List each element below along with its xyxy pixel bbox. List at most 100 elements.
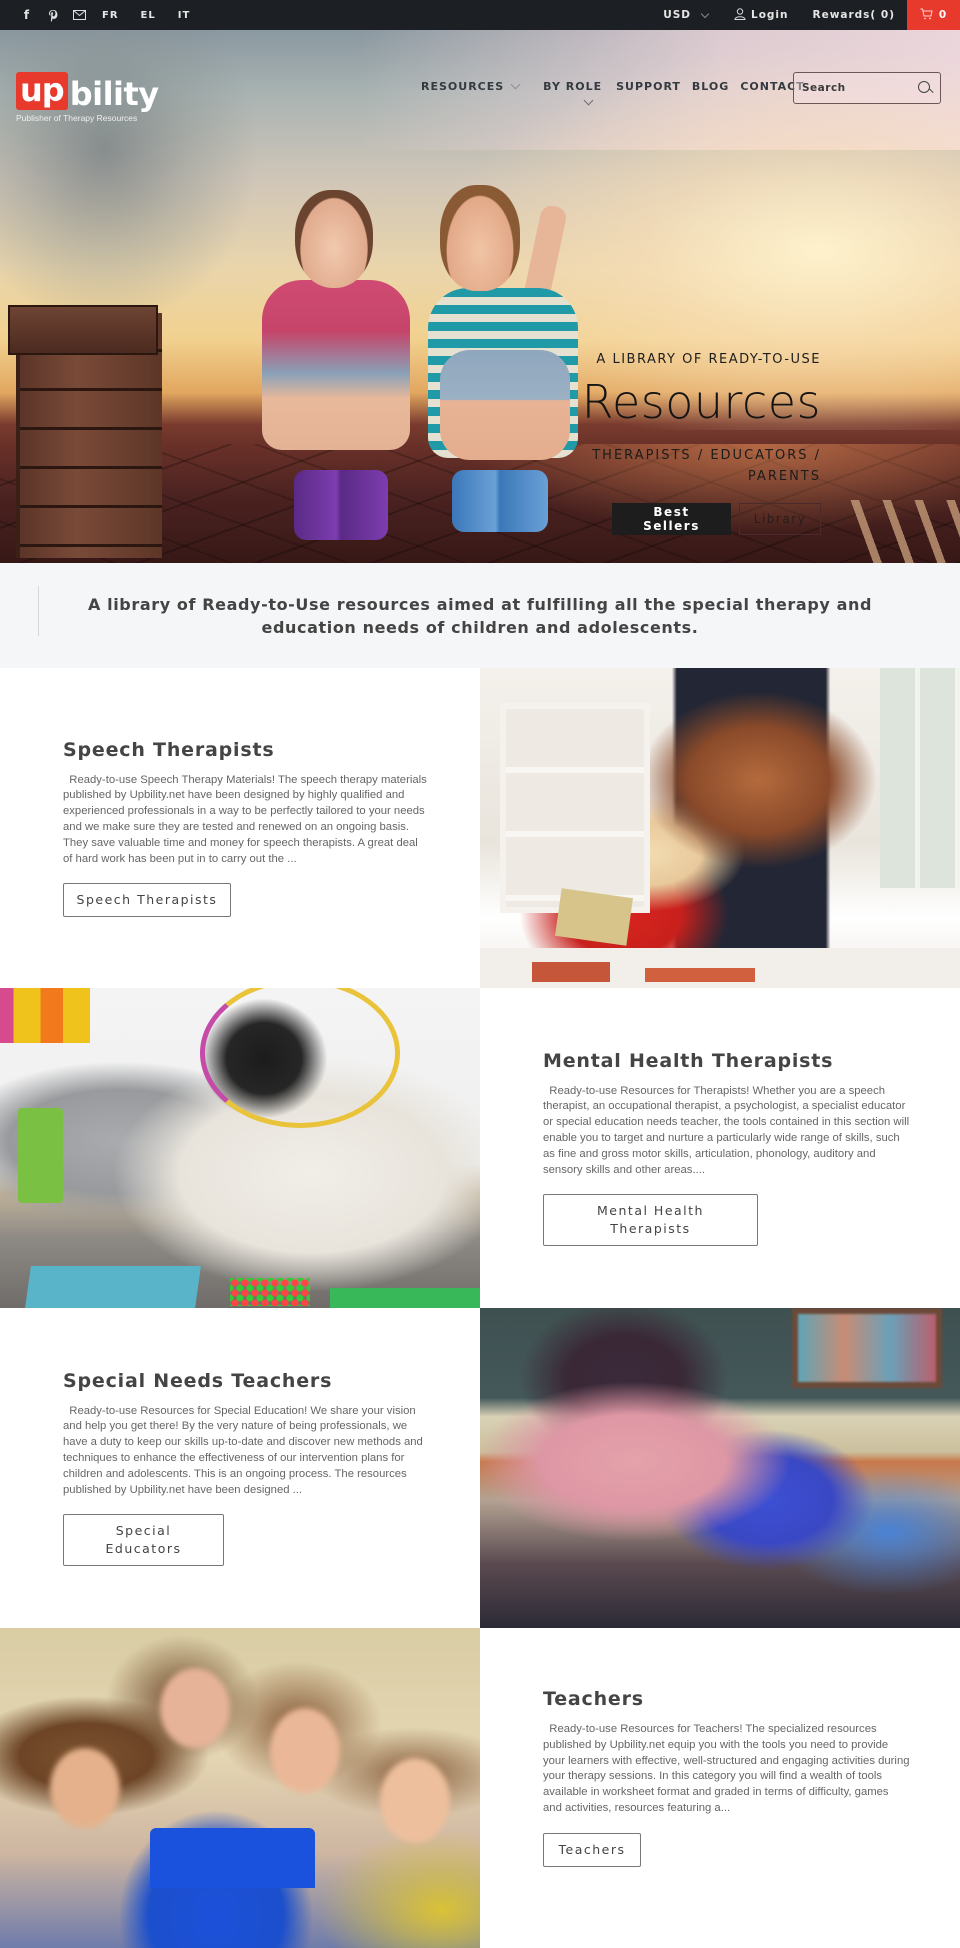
photo-paper [25, 1266, 201, 1308]
logo-wordmark: up bility [16, 72, 159, 110]
nav-resources[interactable]: RESOURCES [421, 79, 521, 93]
hero-boy-shoes [452, 470, 548, 532]
speech-therapists-button[interactable]: Speech Therapists [63, 883, 231, 918]
hero-title: Resources [581, 375, 821, 429]
library-button[interactable]: Library [739, 503, 821, 535]
currency-selector[interactable]: USD [651, 9, 720, 21]
photo-face [270, 1708, 340, 1793]
teachers-button[interactable]: Teachers [543, 1832, 641, 1867]
teacher-with-student-classroom-photo [480, 1308, 960, 1628]
nav-blog[interactable]: BLOG [692, 80, 729, 93]
rewards-label: Rewards( 0) [812, 9, 895, 21]
section-text-body: Ready-to-use Resources for Therapists! W… [543, 1084, 910, 1176]
roles-grid: Speech Therapists Ready-to-use Speech Th… [0, 668, 960, 1948]
section-mental-health-therapists: Mental Health Therapists Ready-to-use Re… [480, 988, 960, 1308]
section-title: Teachers [543, 1688, 644, 1710]
photo-bulletin-board [792, 1308, 942, 1388]
site-header: up bility Publisher of Therapy Resources… [0, 60, 960, 124]
photo-flash-card [555, 888, 633, 946]
section-title: Speech Therapists [63, 738, 275, 761]
hero-girl-figure [262, 280, 410, 450]
section-special-needs-teachers: Special Needs Teachers Ready-to-use Reso… [0, 1308, 480, 1628]
hero-chimney [8, 305, 162, 558]
hero-text: A LIBRARY OF READY-TO-USE Resources THER… [561, 352, 821, 535]
photo-chair [18, 1108, 63, 1203]
special-educators-button[interactable]: Special Educators [63, 1514, 224, 1567]
cart-button[interactable]: 0 [907, 0, 960, 30]
section-text-body: Ready-to-use Resources for Teachers! The… [543, 1723, 910, 1814]
hero-ladder [850, 500, 960, 563]
intro-text: A library of Ready-to-Use resources aime… [87, 594, 873, 637]
section-text: Ready-to-use Resources for Special Educa… [63, 1404, 430, 1499]
nav-by-role[interactable]: BY ROLE [543, 80, 603, 106]
photo-toy-blocks [0, 988, 90, 1043]
nav-by-role-label: BY ROLE [543, 80, 603, 93]
logo-tagline: Publisher of Therapy Resources [16, 113, 138, 123]
search-icon[interactable] [918, 81, 932, 95]
main-nav: RESOURCES BY ROLE SUPPORT BLOG CONTACT [421, 79, 819, 106]
photo-shelf [500, 703, 650, 913]
email-icon[interactable] [72, 8, 86, 22]
photo-paper [330, 1288, 480, 1308]
section-title: Mental Health Therapists [543, 1049, 834, 1072]
top-bar: f FR EL IT USD Login Rewards( 0) 0 [0, 0, 960, 30]
cart-count: 0 [938, 9, 948, 21]
photo-card-tile [532, 962, 610, 982]
photo-face [160, 1668, 230, 1748]
nav-blog-label: BLOG [691, 80, 730, 93]
login-link[interactable]: Login [720, 7, 801, 23]
facebook-icon[interactable]: f [20, 8, 34, 22]
user-icon [734, 7, 746, 23]
intro-band: A library of Ready-to-Use resources aime… [0, 563, 960, 668]
logo-bility: bility [69, 75, 159, 113]
therapist-with-child-photo [480, 668, 960, 988]
currency-label: USD [663, 9, 691, 21]
search-input[interactable] [802, 82, 912, 94]
best-sellers-button[interactable]: Best Sellers [612, 503, 731, 535]
language-fr[interactable]: FR [102, 10, 119, 21]
photo-card-tile [645, 968, 755, 982]
mental-health-therapists-button[interactable]: Mental Health Therapists [543, 1194, 758, 1247]
language-el[interactable]: EL [141, 10, 156, 21]
hero-banner: up bility Publisher of Therapy Resources… [0, 30, 960, 563]
photo-face [50, 1748, 120, 1828]
section-text-body: Ready-to-use Speech Therapy Materials! T… [63, 773, 427, 865]
photo-laptop [150, 1828, 315, 1888]
hero-subtitle: A LIBRARY OF READY-TO-USE [596, 352, 821, 367]
cart-icon [920, 8, 933, 23]
hero-boy-legs [440, 350, 570, 460]
login-label: Login [751, 9, 789, 21]
teacher-with-children-laptop-photo [0, 1628, 480, 1948]
photo-hoop [200, 988, 400, 1128]
chevron-down-icon [510, 79, 521, 90]
section-teachers: Teachers Ready-to-use Resources for Teac… [480, 1628, 960, 1948]
rewards-link[interactable]: Rewards( 0) [801, 9, 908, 21]
hero-roles: THERAPISTS / EDUCATORS / PARENTS [592, 448, 821, 484]
photo-beads [230, 1278, 310, 1306]
section-text-body: Ready-to-use Resources for Special Educa… [63, 1404, 423, 1496]
section-text: Ready-to-use Speech Therapy Materials! T… [63, 773, 430, 868]
language-it[interactable]: IT [178, 10, 191, 21]
section-speech-therapists: Speech Therapists Ready-to-use Speech Th… [0, 668, 480, 988]
chevron-down-icon [700, 9, 710, 18]
chevron-down-icon [583, 95, 594, 106]
section-text: Ready-to-use Resources for Therapists! W… [543, 1084, 910, 1179]
photo-window [880, 668, 960, 888]
photo-face [380, 1758, 450, 1843]
hero-buttons: Best Sellers Library [561, 503, 821, 535]
hero-girl-shoes [294, 470, 388, 540]
nav-support[interactable]: SUPPORT [616, 80, 681, 93]
therapist-on-floor-with-boy-photo [0, 988, 480, 1308]
intro-divider [38, 586, 39, 636]
hero-boy-head [440, 185, 520, 291]
logo[interactable]: up bility Publisher of Therapy Resources [16, 72, 159, 123]
logo-up: up [16, 72, 68, 110]
top-bar-left: f FR EL IT [0, 0, 196, 30]
pinterest-icon[interactable] [46, 8, 60, 22]
section-text: Ready-to-use Resources for Teachers! The… [543, 1722, 910, 1817]
nav-support-label: SUPPORT [616, 80, 681, 93]
nav-resources-label: RESOURCES [421, 80, 505, 93]
top-bar-right: USD Login Rewards( 0) 0 [651, 0, 960, 30]
section-title: Special Needs Teachers [63, 1369, 333, 1392]
hero-girl-head [295, 190, 373, 288]
